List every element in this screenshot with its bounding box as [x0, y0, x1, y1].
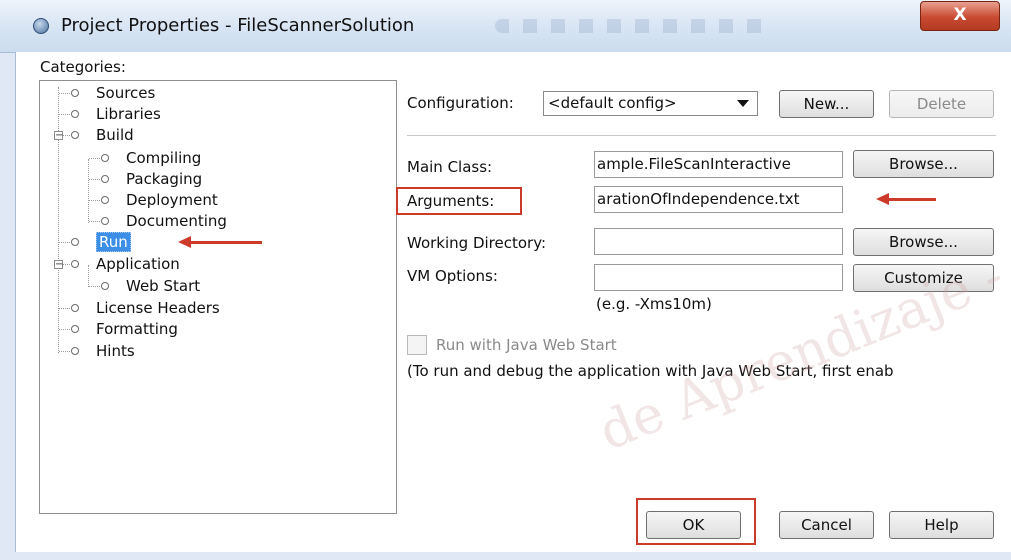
collapse-application-icon[interactable]: −	[54, 260, 63, 270]
title-bar-decoration	[495, 19, 775, 33]
main-class-field[interactable]: ample.FileScanInteractive	[594, 151, 843, 178]
dialog-content: Categories: Sources Libraries − Build Co…	[15, 52, 1011, 552]
tree-item-label-selected: Run	[96, 232, 131, 252]
title-bar[interactable]: Project Properties - FileScannerSolution…	[0, 0, 1011, 53]
collapse-build-icon[interactable]: −	[54, 131, 63, 141]
tree-item-build[interactable]: Build	[63, 125, 134, 145]
tree-item-documenting[interactable]: Documenting	[89, 211, 227, 231]
main-class-label: Main Class:	[407, 158, 493, 176]
delete-config-button[interactable]: Delete	[889, 90, 994, 118]
tree-item-label: Web Start	[126, 277, 201, 295]
ok-button[interactable]: OK	[646, 511, 741, 539]
separator-line	[407, 135, 996, 136]
tree-item-license-headers[interactable]: License Headers	[59, 298, 220, 318]
main-class-browse-button[interactable]: Browse...	[853, 150, 994, 178]
run-with-web-start-label: Run with Java Web Start	[436, 336, 617, 354]
vm-options-field[interactable]	[594, 264, 843, 291]
configuration-select[interactable]: <default config>	[543, 91, 758, 116]
window-title: Project Properties - FileScannerSolution	[61, 15, 415, 36]
arguments-field[interactable]: arationOfIndependence.txt	[594, 186, 843, 213]
tree-item-packaging[interactable]: Packaging	[89, 169, 203, 189]
node-icon	[101, 153, 109, 162]
node-icon	[71, 346, 79, 355]
node-icon	[101, 174, 109, 183]
tree-item-label: Formatting	[96, 320, 178, 338]
working-directory-label: Working Directory:	[407, 234, 547, 252]
node-icon	[101, 216, 109, 225]
window-bottom-border	[0, 552, 1011, 560]
working-directory-field[interactable]	[594, 228, 843, 255]
tree-item-application[interactable]: Application	[63, 254, 180, 274]
categories-tree[interactable]: Sources Libraries − Build Compiling Pack…	[39, 80, 397, 514]
tree-item-label: Deployment	[126, 191, 218, 209]
node-icon	[71, 237, 79, 246]
new-config-button[interactable]: New...	[779, 90, 874, 118]
annotation-arrow-run	[178, 236, 262, 248]
netbeans-app-icon	[33, 18, 49, 34]
help-button[interactable]: Help	[889, 511, 994, 539]
tree-item-label: Documenting	[126, 212, 227, 230]
tree-item-label: Compiling	[126, 149, 202, 167]
cancel-button[interactable]: Cancel	[779, 511, 874, 539]
tree-item-compiling[interactable]: Compiling	[89, 148, 202, 168]
tree-item-sources[interactable]: Sources	[59, 83, 156, 103]
node-icon	[71, 109, 79, 118]
annotation-arrow-arguments	[876, 193, 936, 205]
arguments-label: Arguments:	[407, 192, 495, 210]
node-icon	[101, 195, 109, 204]
chevron-down-icon	[737, 100, 749, 107]
project-properties-window: Project Properties - FileScannerSolution…	[0, 0, 1011, 560]
tree-item-label: Packaging	[126, 170, 203, 188]
configuration-label: Configuration:	[407, 94, 514, 112]
vm-options-hint: (e.g. -Xms10m)	[596, 295, 712, 313]
categories-label: Categories:	[40, 58, 126, 76]
node-icon	[71, 303, 79, 312]
tree-item-run[interactable]: Run	[59, 232, 131, 252]
tree-item-libraries[interactable]: Libraries	[59, 104, 161, 124]
node-icon	[71, 259, 79, 268]
tree-guide-line	[88, 159, 89, 223]
tree-item-label: Application	[96, 255, 180, 273]
tree-item-hints[interactable]: Hints	[59, 341, 135, 361]
tree-item-label: Build	[96, 126, 134, 144]
node-icon	[71, 130, 79, 139]
tree-item-label: License Headers	[96, 299, 220, 317]
close-button[interactable]: X	[920, 1, 1000, 31]
tree-item-formatting[interactable]: Formatting	[59, 319, 178, 339]
tree-item-web-start[interactable]: Web Start	[89, 276, 201, 296]
tree-item-deployment[interactable]: Deployment	[89, 190, 218, 210]
node-icon	[101, 281, 109, 290]
configuration-selected-value: <default config>	[548, 94, 677, 112]
node-icon	[71, 324, 79, 333]
tree-item-label: Hints	[96, 342, 135, 360]
vm-options-label: VM Options:	[407, 267, 498, 285]
tree-item-label: Sources	[96, 84, 156, 102]
run-with-web-start-checkbox[interactable]	[407, 335, 427, 355]
node-icon	[71, 88, 79, 97]
tree-guide-line	[58, 87, 59, 353]
tree-item-label: Libraries	[96, 105, 161, 123]
